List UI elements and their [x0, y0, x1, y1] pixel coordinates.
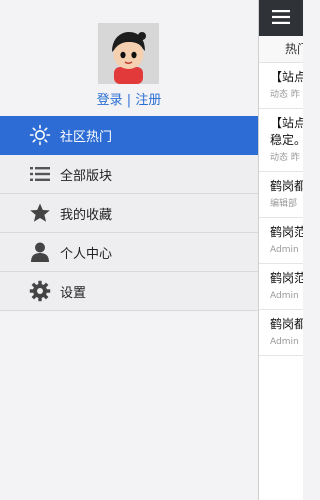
list-item[interactable]: 鹤岗范 Admin — [259, 218, 303, 264]
item-title: 鹤岗范 — [270, 271, 303, 285]
item-meta: 编辑部 — [270, 199, 298, 209]
item-title: 鹤岗范 — [270, 225, 303, 239]
menu-item-favorites[interactable]: 我的收藏 — [0, 194, 258, 233]
item-title: 鹤岗都 — [270, 317, 303, 331]
menu-item-profile[interactable]: 个人中心 — [0, 233, 258, 272]
item-meta: 动态 昨 — [270, 153, 300, 163]
drawer-menu: 社区热门 全部版块 我的收藏 个人中心 设置 — [0, 116, 258, 311]
menu-item-label: 我的收藏 — [60, 207, 113, 223]
menu-item-label: 个人中心 — [60, 246, 113, 262]
avatar-illustration — [98, 23, 159, 84]
item-meta: Admin — [270, 337, 299, 347]
menu-item-label: 社区热门 — [60, 129, 113, 145]
item-title-line2: 稳定。 — [270, 133, 303, 147]
list-item[interactable]: 鹤岗都 Admin — [259, 310, 303, 356]
menu-item-settings[interactable]: 设置 — [0, 272, 258, 311]
list-item[interactable]: 鹤岗都 编辑部 — [259, 172, 303, 218]
menu-item-label: 全部版块 — [60, 168, 113, 184]
tab-hot[interactable]: 热门 — [259, 36, 303, 63]
register-link[interactable]: 注册 — [135, 93, 161, 108]
item-meta: 动态 昨 — [270, 90, 300, 100]
login-link[interactable]: 登录 — [97, 93, 123, 108]
user-icon — [28, 240, 52, 264]
auth-links: 登录 | 注册 — [0, 92, 258, 110]
list-item[interactable]: 鹤岗范 Admin — [259, 264, 303, 310]
item-meta: Admin — [270, 291, 299, 301]
menu-item-all-boards[interactable]: 全部版块 — [0, 155, 258, 194]
hamburger-menu-icon[interactable] — [272, 9, 290, 28]
item-meta: Admin — [270, 245, 299, 255]
menu-item-hot[interactable]: 社区热门 — [0, 116, 258, 155]
item-title: 【站点 — [270, 70, 303, 84]
top-bar — [259, 0, 303, 36]
news-list: 【站点 动态 昨 【站点 稳定。 动态 昨 鹤岗都 编辑部 鹤岗范 Admin … — [259, 63, 303, 356]
navigation-drawer: 登录 | 注册 社区热门 全部版块 我的收藏 个人中心 设置 — [0, 0, 258, 500]
avatar[interactable] — [98, 23, 159, 84]
main-content-panel[interactable]: 热门 【站点 动态 昨 【站点 稳定。 动态 昨 鹤岗都 编辑部 鹤岗范 Adm… — [258, 0, 303, 500]
list-icon — [28, 162, 52, 186]
item-title: 鹤岗都 — [270, 179, 303, 193]
list-item[interactable]: 【站点 动态 昨 — [259, 63, 303, 109]
list-item[interactable]: 【站点 稳定。 动态 昨 — [259, 109, 303, 172]
item-title: 【站点 — [270, 116, 303, 130]
star-icon — [28, 201, 52, 225]
profile-header: 登录 | 注册 — [0, 0, 258, 116]
menu-item-label: 设置 — [60, 285, 87, 301]
tab-label: 热门 — [285, 42, 303, 56]
gear-icon — [28, 279, 52, 303]
sun-icon — [28, 123, 52, 147]
auth-separator: | — [126, 93, 132, 108]
